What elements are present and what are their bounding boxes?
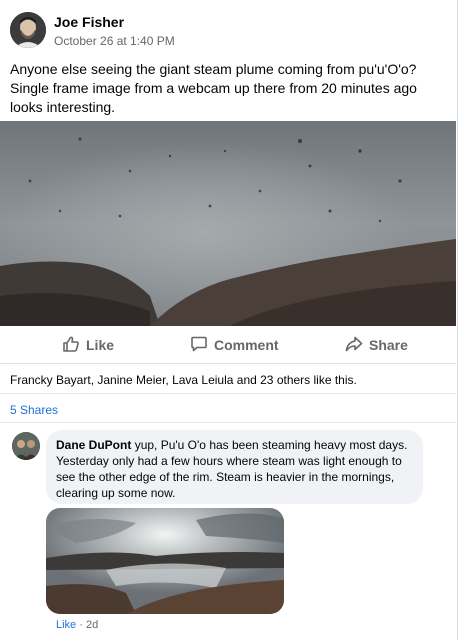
commenter-avatar[interactable] xyxy=(12,432,40,460)
comment-age[interactable]: 2d xyxy=(86,619,98,631)
comment-button[interactable]: Comment xyxy=(190,335,279,355)
author-avatar[interactable] xyxy=(10,12,46,48)
share-icon xyxy=(345,335,369,356)
post-timestamp[interactable]: October 26 at 1:40 PM xyxy=(54,34,175,48)
post-author[interactable]: Joe Fisher xyxy=(54,14,124,30)
post-photo[interactable] xyxy=(0,121,456,326)
thumbs-up-icon xyxy=(62,335,86,356)
post-actions-bar: Like Comment Share xyxy=(0,326,456,364)
share-button[interactable]: Share xyxy=(345,335,408,355)
comment-icon xyxy=(190,335,214,356)
separator: · xyxy=(79,619,83,631)
comment-footer: Like · 2d xyxy=(56,619,98,631)
post-text: Anyone else seeing the giant steam plume… xyxy=(10,61,417,115)
comment-photo[interactable] xyxy=(46,508,284,614)
comment-label: Comment xyxy=(214,337,279,353)
shares-count[interactable]: 5 Shares xyxy=(10,403,58,417)
share-label: Share xyxy=(369,337,408,353)
like-button[interactable]: Like xyxy=(62,335,114,355)
reactions-summary[interactable]: Francky Bayart, Janine Meier, Lava Leiul… xyxy=(10,373,357,387)
shares-row: 5 Shares xyxy=(0,393,456,423)
comment-bubble: Dane DuPont yup, Pu'u O'o has been steam… xyxy=(46,430,423,504)
comment-author[interactable]: Dane DuPont xyxy=(56,438,131,452)
post-card: Joe Fisher October 26 at 1:40 PM Anyone … xyxy=(0,0,458,640)
like-label: Like xyxy=(86,337,115,353)
comment-like-link[interactable]: Like xyxy=(56,619,76,631)
